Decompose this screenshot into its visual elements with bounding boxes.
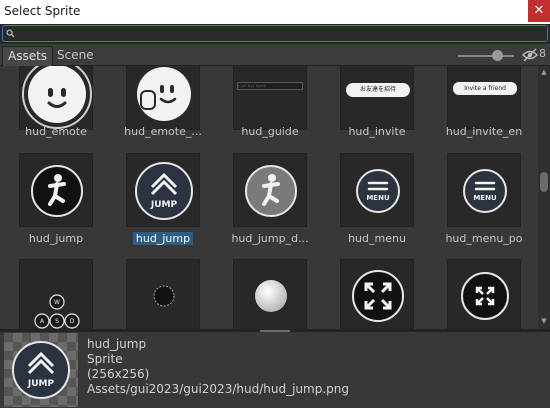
scroll-thumb[interactable] bbox=[540, 172, 548, 192]
grid-item-label: hud_emote bbox=[25, 125, 87, 138]
grid-item-label-selected: hud_jump bbox=[132, 232, 194, 245]
jump-figure-icon bbox=[19, 153, 93, 227]
invite-button-icon: お友達を招待 bbox=[340, 66, 414, 130]
title-bar: Select Sprite ✕ bbox=[0, 0, 550, 24]
grid-item-label: hud_jump bbox=[28, 232, 84, 245]
tab-assets[interactable]: Assets bbox=[2, 46, 54, 66]
key-d: D bbox=[70, 318, 75, 325]
jump-figure-disabled-icon bbox=[233, 153, 307, 227]
preview-name: hud_jump bbox=[87, 337, 147, 351]
zoom-slider-track[interactable] bbox=[458, 55, 514, 57]
grid-item-label: hud_menu_po bbox=[445, 232, 523, 245]
sprite-grid: hud_emote hud_emote_... ｼﾞｬﾝﾌﾟ ｶﾞｲﾄﾞ ｾｯﾄ… bbox=[0, 66, 538, 329]
grid-item-label: hud_invite_en bbox=[445, 125, 523, 138]
guide-text: ｼﾞｬﾝﾌﾟ ｶﾞｲﾄﾞ ｾｯﾄｱｯﾌﾟ bbox=[237, 82, 303, 90]
select-sprite-window: Select Sprite ✕ Assets Scene 8 hud_emote… bbox=[0, 0, 550, 408]
tab-scene[interactable]: Scene bbox=[52, 46, 99, 66]
smiley-face-icon bbox=[19, 66, 93, 130]
search-input[interactable] bbox=[17, 26, 537, 41]
preview-size: (256x256) bbox=[87, 367, 150, 381]
preview-path: Assets/gui2023/gui2023/hud/hud_jump.png bbox=[87, 382, 349, 396]
grid-item-label: hud_jump_d... bbox=[231, 232, 309, 245]
search-field[interactable] bbox=[2, 25, 548, 42]
preview-jump-text: JUMP bbox=[27, 379, 55, 389]
grid-item-label: hud_guide bbox=[241, 125, 299, 138]
search-icon bbox=[6, 29, 15, 38]
hidden-count: 8 bbox=[539, 47, 546, 60]
menu-text: MENU bbox=[366, 194, 390, 202]
invite-en-text: Invite a friend bbox=[453, 82, 517, 95]
jump-text: JUMP bbox=[150, 200, 178, 210]
key-w: W bbox=[54, 299, 60, 306]
menu-text: MENU bbox=[473, 194, 497, 202]
jump-chevron-icon: JUMP bbox=[126, 153, 200, 227]
menu-icon: MENU bbox=[340, 153, 414, 227]
preview-type: Sprite bbox=[87, 352, 123, 366]
fullscreen-expand-small-icon bbox=[447, 259, 521, 329]
zoom-slider-handle[interactable] bbox=[492, 50, 503, 61]
search-row bbox=[0, 24, 550, 44]
close-button[interactable]: ✕ bbox=[528, 0, 550, 22]
grid-scrollbar[interactable]: ▲ ▼ bbox=[538, 66, 550, 329]
grid-item-label: hud_invite bbox=[348, 125, 406, 138]
eye-slash-icon[interactable] bbox=[522, 48, 538, 62]
menu-pressed-icon: MENU bbox=[447, 153, 521, 227]
waving-smiley-icon bbox=[126, 66, 200, 130]
grid-item-label: hud_menu bbox=[348, 232, 406, 245]
window-title: Select Sprite bbox=[4, 4, 81, 18]
fullscreen-expand-icon bbox=[340, 259, 414, 329]
guide-bar-icon: ｼﾞｬﾝﾌﾟ ｶﾞｲﾄﾞ ｾｯﾄｱｯﾌﾟ bbox=[233, 66, 307, 130]
tab-bar: Assets Scene 8 bbox=[0, 44, 550, 66]
joystick-dot-icon bbox=[126, 259, 200, 329]
invite-text: お友達を招待 bbox=[346, 83, 410, 97]
jump-chevron-icon: JUMP bbox=[12, 341, 70, 399]
wasd-keys-icon: W A S D bbox=[19, 259, 93, 329]
scroll-down-icon[interactable]: ▼ bbox=[540, 317, 548, 325]
preview-panel: JUMP hud_jump Sprite (256x256) Assets/gu… bbox=[0, 332, 550, 408]
preview-thumbnail: JUMP bbox=[4, 333, 78, 407]
scroll-up-icon[interactable]: ▲ bbox=[540, 68, 548, 76]
grid-item-label: hud_emote_... bbox=[124, 125, 202, 138]
key-s: S bbox=[55, 318, 59, 325]
invite-button-en-icon: Invite a friend bbox=[447, 66, 521, 130]
white-ball-icon bbox=[233, 259, 307, 329]
